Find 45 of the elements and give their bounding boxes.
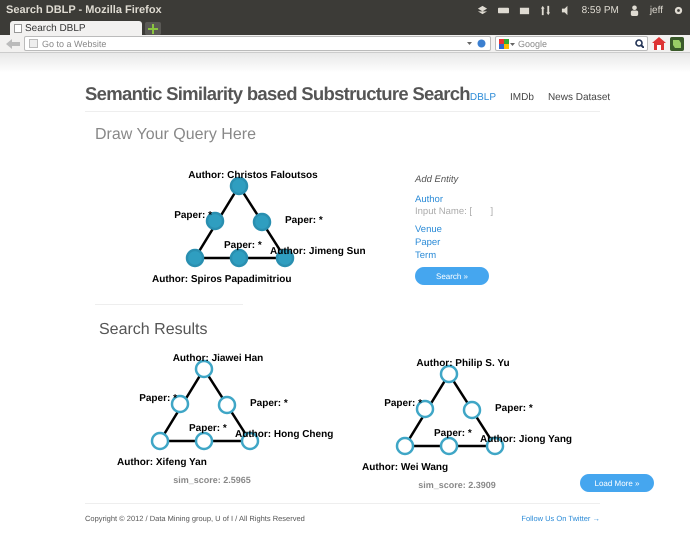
nav-link[interactable]: News Dataset [548,92,610,103]
home-icon[interactable] [652,37,666,50]
search-field[interactable]: Google [495,36,648,51]
search-button[interactable]: Search » [415,267,489,285]
node-label: Author: Wei Wang [362,462,448,473]
node-label: Author: Christos Faloutsos [188,170,318,181]
network-icon[interactable] [540,4,551,16]
nav-link[interactable]: IMDb [510,92,534,103]
node-label: Paper: * [250,398,288,409]
sim-score: sim_score: 2.3909 [418,480,496,490]
section-heading: Draw Your Query Here [95,126,257,144]
page-title: Semantic Similarity based Substructure Search [85,83,470,105]
search-icon[interactable] [635,39,644,48]
node-label: Author: Spiros Papadimitriou [152,274,292,285]
add-entity-heading: Add Entity [415,174,460,185]
sim-score: sim_score: 2.5965 [173,475,251,485]
input-name-label: Input Name: [ ] [415,206,494,217]
window-title: Search DBLP - Mozilla Firefox [6,4,163,16]
nav-link[interactable]: DBLP [470,92,496,103]
entity-link[interactable]: Term [415,249,494,262]
settings-icon[interactable] [673,4,684,16]
entity-link[interactable]: Paper [415,236,494,249]
clock[interactable]: 8:59 PM [582,4,619,16]
load-more-button[interactable]: Load More » [580,474,654,492]
node-label: Paper: * [434,428,472,439]
box-icon[interactable] [476,4,488,16]
user-icon[interactable] [628,4,640,16]
node-label: Author: Xifeng Yan [117,457,207,468]
entity-link[interactable]: Author [415,193,494,206]
new-tab-button[interactable] [145,22,161,35]
node-label: Author: Philip S. Yu [416,358,510,369]
entity-link[interactable]: Venue [415,223,494,236]
node-label: Paper: * [495,403,533,414]
address-field[interactable]: Go to a Website [24,36,491,51]
node-label: Paper: * [224,240,262,251]
browser-tab[interactable]: Search DBLP [10,21,142,35]
search-engine-icon[interactable] [499,38,515,48]
user-name[interactable]: jeff [650,4,663,16]
section-heading: Search Results [99,321,208,339]
node-label: Paper: * [285,215,323,226]
node-label: Paper: * [139,393,177,404]
reload-icon[interactable] [477,39,486,48]
node-label: Paper: * [189,423,227,434]
node-label: Author: Jiawei Han [172,353,264,364]
node-label: Paper: * [384,398,422,409]
